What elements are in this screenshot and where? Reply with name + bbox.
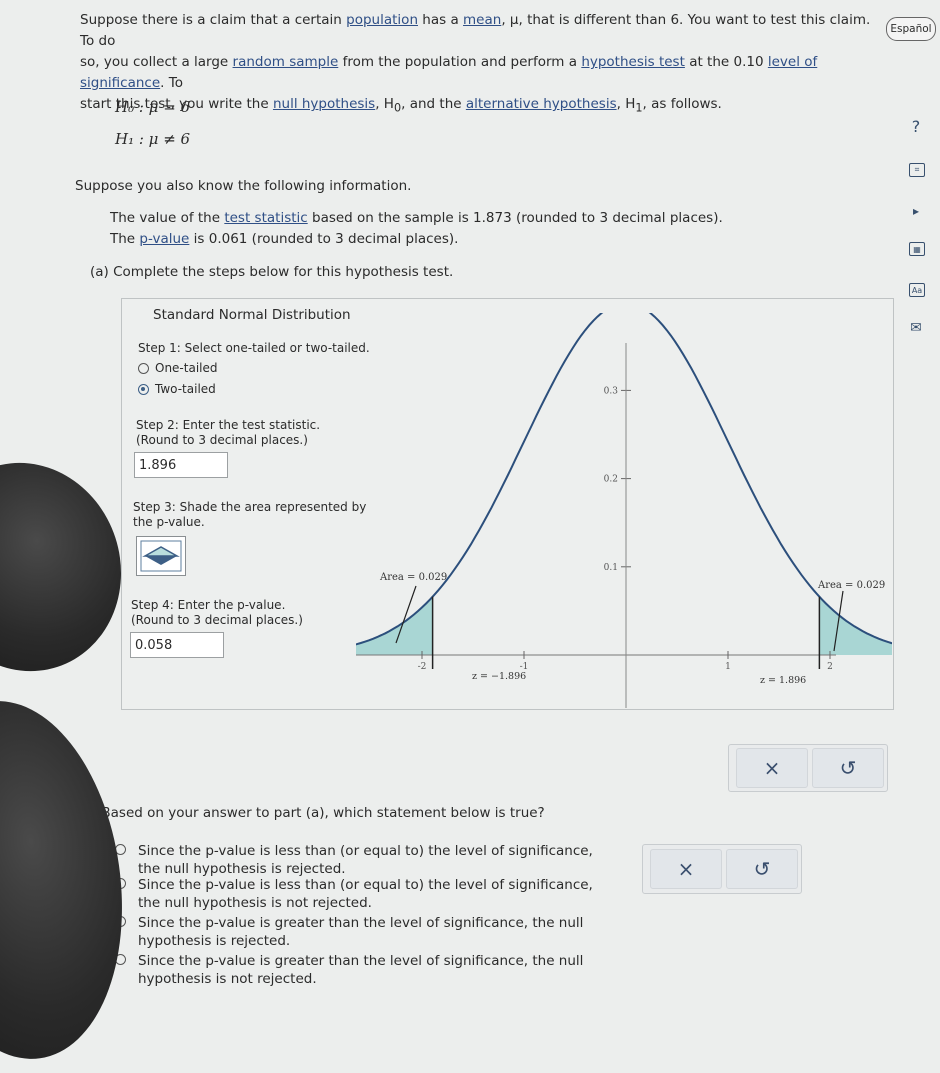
mail-icon[interactable]: ✉ — [906, 320, 926, 336]
clear-button-a[interactable]: × — [736, 748, 808, 788]
random-sample-link[interactable]: random sample — [233, 54, 339, 70]
null-hypothesis-link[interactable]: null hypothesis — [273, 96, 375, 112]
null-hypothesis: H₀ : μ = 6 — [115, 98, 191, 116]
population-link[interactable]: population — [346, 12, 418, 28]
step1-label: Step 1: Select one-tailed or two-tailed. — [138, 341, 370, 355]
one-tailed-radio[interactable] — [138, 363, 149, 374]
test-statistic-input[interactable]: 1.896 — [134, 452, 228, 478]
test-statistic-info: The value of the test statistic based on… — [110, 210, 723, 226]
mean-link[interactable]: mean — [463, 12, 501, 28]
part-a-label: (a) Complete the steps below for this hy… — [90, 264, 454, 280]
panel-title: Standard Normal Distribution — [153, 307, 351, 323]
hypothesis-test-link[interactable]: hypothesis test — [581, 54, 685, 70]
two-tailed-radio[interactable] — [138, 384, 149, 395]
help-icon[interactable]: ? — [906, 117, 926, 136]
left-z-label: z = −1.896 — [472, 671, 526, 682]
left-area-label: Area = 0.029 — [379, 572, 447, 583]
y-tick-label: 0.1 — [604, 563, 618, 573]
y-tick-label: 0.2 — [604, 475, 618, 485]
shaded-right-tail — [819, 596, 892, 655]
alternative-hypothesis: H₁ : μ ≠ 6 — [115, 130, 191, 148]
option-2[interactable]: Since the p-value is less than (or equal… — [115, 876, 615, 912]
right-z-label: z = 1.896 — [760, 675, 806, 686]
y-tick-label: 0.3 — [604, 386, 619, 396]
alternative-hypothesis-link[interactable]: alternative hypothesis — [466, 96, 617, 112]
normal-curve — [356, 313, 892, 646]
step2-label: Step 2: Enter the test statistic. (Round … — [136, 418, 321, 447]
info-lead: Suppose you also know the following info… — [75, 178, 412, 194]
problem-intro: Suppose there is a claim that a certain … — [80, 12, 871, 115]
shaded-left-tail — [356, 596, 433, 655]
step4-label: Step 4: Enter the p-value. (Round to 3 de… — [131, 598, 303, 627]
option-3[interactable]: Since the p-value is greater than the le… — [115, 914, 585, 950]
undo-button-b[interactable]: ↺ — [726, 849, 798, 889]
language-toggle-button[interactable]: Español — [886, 17, 936, 41]
table-icon[interactable]: ▦ — [909, 242, 925, 256]
shade-area-button[interactable] — [136, 536, 186, 576]
calculator-icon[interactable]: ⌗ — [909, 163, 925, 177]
part-b-label: (b) Based on your answer to part (a), wh… — [78, 805, 545, 821]
step3-label: Step 3: Shade the area represented by the… — [133, 500, 367, 529]
option-1[interactable]: Since the p-value is less than (or equal… — [115, 842, 615, 878]
clear-button-b[interactable]: × — [650, 849, 722, 889]
video-play-icon[interactable]: ▸ — [906, 203, 926, 219]
shade-area-icon — [140, 540, 182, 572]
x-tick-label: 2 — [827, 662, 833, 672]
font-size-icon[interactable]: Aa — [909, 283, 925, 297]
normal-distribution-graph[interactable]: 0.10.20.30.4 -3-2-1123 Area = 0.029 Area… — [356, 313, 892, 708]
option-4[interactable]: Since the p-value is greater than the le… — [115, 952, 585, 988]
undo-button-a[interactable]: ↺ — [812, 748, 884, 788]
x-tick-label: 1 — [725, 662, 731, 672]
test-statistic-link[interactable]: test statistic — [224, 210, 307, 226]
two-tailed-option[interactable]: Two-tailed — [138, 382, 216, 396]
p-value-link[interactable]: p-value — [139, 231, 189, 247]
x-tick-label: -2 — [418, 662, 427, 672]
p-value-info: The p-value is 0.061 (rounded to 3 decim… — [110, 231, 459, 247]
one-tailed-option[interactable]: One-tailed — [138, 361, 218, 375]
right-area-label: Area = 0.029 — [817, 580, 885, 591]
p-value-input[interactable]: 0.058 — [130, 632, 224, 658]
